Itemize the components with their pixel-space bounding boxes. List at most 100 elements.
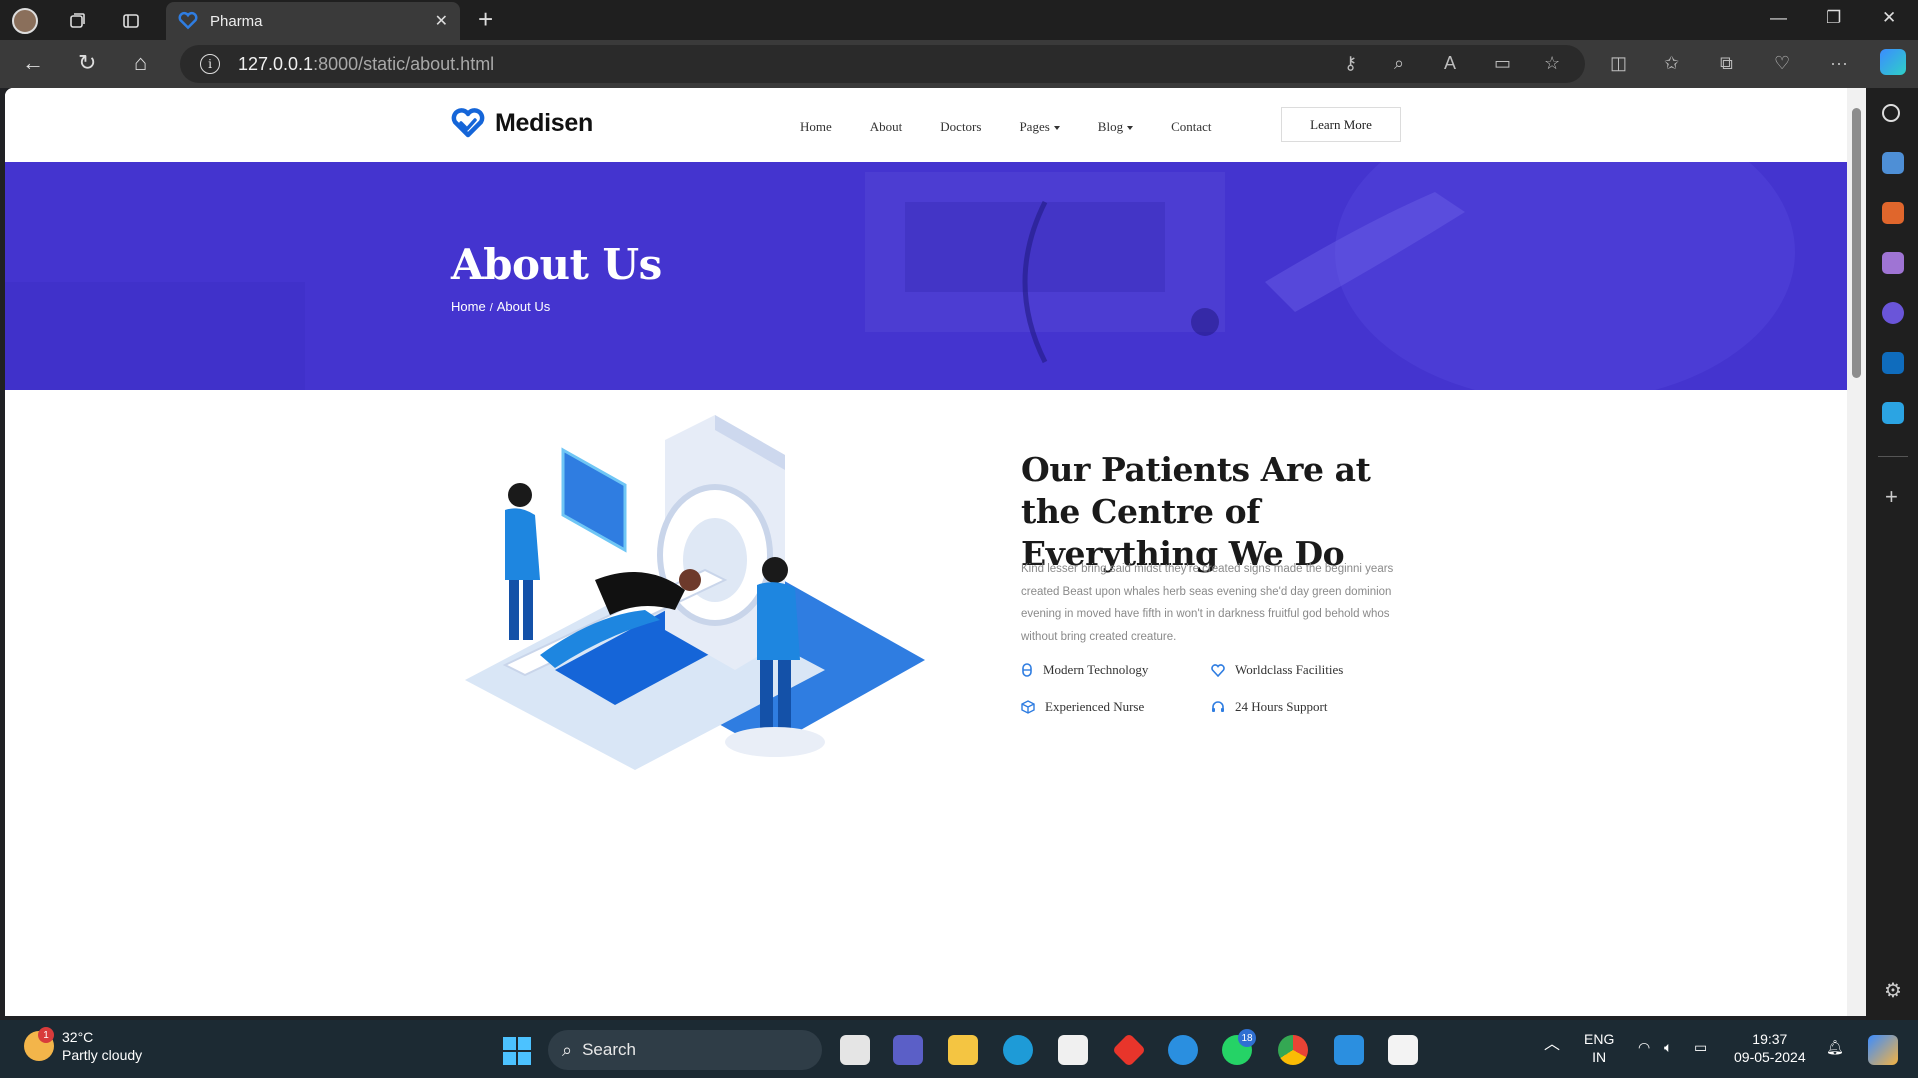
site-header: Medisen Home About Doctors Pages Blog Co… [5, 88, 1847, 162]
volume-icon[interactable]: 🔈︎ [1664, 1038, 1672, 1056]
feature-label: Worldclass Facilities [1235, 662, 1344, 677]
address-bar-row: ← ↻ ⌂ i 127.0.0.1:8000/static/about.html… [0, 40, 1918, 88]
more-menu-icon[interactable]: ··· [1830, 53, 1848, 74]
site-info-icon[interactable]: i [200, 54, 220, 74]
wifi-icon[interactable]: ◠ [1638, 1038, 1650, 1056]
site-logo[interactable]: Medisen [451, 108, 593, 138]
caret-down-icon [1053, 126, 1060, 131]
feature-experienced-nurse: Experienced Nurse [1021, 699, 1144, 715]
nav-blog-label: Blog [1097, 119, 1124, 134]
minimize-icon[interactable]: — [1770, 8, 1787, 28]
copilot-sidebar-icon[interactable] [1882, 302, 1904, 324]
url-path: :8000/static/about.html [313, 53, 495, 74]
temperature: 32°C [62, 1029, 94, 1045]
nav-pages-label: Pages [1019, 119, 1050, 134]
snipping-tool-icon[interactable] [1388, 1035, 1418, 1065]
breadcrumb-separator: / [489, 302, 493, 314]
clock[interactable]: 19:37 09-05-2024 [1734, 1030, 1806, 1066]
nav-blog[interactable]: Blog [1097, 119, 1134, 135]
language-indicator[interactable]: ENG IN [1584, 1030, 1614, 1066]
show-hidden-icons[interactable]: ︿ [1544, 1036, 1560, 1054]
date: 09-05-2024 [1734, 1049, 1806, 1065]
headset-icon [1212, 701, 1224, 712]
tools-briefcase-icon[interactable] [1882, 202, 1904, 224]
main-nav: Home About Doctors Pages Blog Contact [800, 119, 1250, 135]
copilot-icon[interactable] [1880, 49, 1906, 75]
anydesk-icon[interactable] [1112, 1033, 1146, 1067]
browser-essentials-icon[interactable]: ♡ [1774, 53, 1790, 74]
vscode-icon[interactable] [1334, 1035, 1364, 1065]
task-view-icon[interactable] [840, 1035, 870, 1065]
partly-cloudy-icon: 1 [24, 1027, 54, 1061]
nav-doctors[interactable]: Doctors [940, 119, 981, 135]
nav-contact[interactable]: Contact [1171, 119, 1211, 135]
whatsapp-icon[interactable]: 18 [1222, 1029, 1256, 1065]
file-explorer-icon[interactable] [948, 1035, 978, 1065]
close-window-icon[interactable]: ✕ [1882, 8, 1896, 28]
about-paragraph: Kind lesser bring said midst they're cre… [1021, 563, 1394, 643]
home-icon[interactable]: ⌂ [134, 50, 147, 76]
windows-logo-pane [518, 1037, 531, 1050]
windows-logo-pane [503, 1052, 516, 1065]
chrome-icon[interactable] [1278, 1035, 1308, 1065]
heart-logo-icon [178, 11, 198, 30]
profile-avatar[interactable] [12, 8, 38, 34]
microsoft-store-icon[interactable] [1058, 1035, 1088, 1065]
back-icon[interactable]: ← [22, 50, 44, 76]
whatsapp-badge: 18 [1238, 1029, 1256, 1047]
feature-modern-technology: Modern Technology [1021, 662, 1148, 678]
add-sidebar-icon[interactable]: + [1885, 484, 1898, 510]
copilot-taskbar-icon[interactable] [1868, 1035, 1898, 1065]
feature-label: 24 Hours Support [1235, 699, 1328, 714]
edge-icon[interactable] [1003, 1035, 1033, 1065]
battery-icon[interactable]: ▭ [1694, 1038, 1707, 1056]
time: 19:37 [1752, 1031, 1788, 1047]
key-icon[interactable]: ⚷ [1344, 53, 1357, 74]
weather-condition: Partly cloudy [62, 1047, 143, 1063]
tab-pharma[interactable]: Pharma ✕ [166, 2, 460, 40]
search-label: Search [582, 1040, 636, 1059]
workspaces-icon[interactable] [64, 8, 90, 34]
feature-label: Modern Technology [1043, 662, 1149, 677]
refresh-icon[interactable]: ↻ [78, 50, 96, 76]
windows-logo-pane [503, 1037, 516, 1050]
taskbar-search[interactable]: ⌕ Search [548, 1030, 822, 1070]
outlook-icon[interactable] [1882, 352, 1904, 374]
start-button[interactable] [503, 1037, 531, 1065]
hero-banner: About Us Home / About Us [5, 162, 1847, 390]
weather-badge: 1 [38, 1027, 54, 1043]
teams-icon[interactable] [893, 1035, 923, 1065]
read-aloud-icon[interactable]: A [1444, 53, 1456, 74]
games-icon[interactable] [1882, 252, 1904, 274]
url-input[interactable]: i 127.0.0.1:8000/static/about.html [180, 45, 1585, 83]
scrollbar-thumb[interactable] [1852, 108, 1861, 378]
sidebar-search-icon[interactable] [1882, 104, 1900, 122]
brand-name: Medisen [495, 108, 593, 137]
favorite-star-icon[interactable]: ☆ [1544, 53, 1560, 74]
new-tab-button[interactable]: + [478, 6, 493, 32]
split-screen-icon[interactable]: ◫ [1610, 53, 1627, 74]
box-icon [1021, 700, 1035, 714]
zoom-icon[interactable]: ⌕ [1394, 53, 1404, 74]
shopping-tag-icon[interactable] [1882, 152, 1904, 174]
settings-gear-icon[interactable]: ⚙ [1884, 978, 1902, 1003]
heart-logo-icon [451, 108, 485, 138]
breadcrumb-home[interactable]: Home [451, 299, 486, 314]
nav-about[interactable]: About [870, 119, 903, 135]
nav-home[interactable]: Home [800, 119, 832, 135]
help-icon[interactable] [1168, 1035, 1198, 1065]
learn-more-button[interactable]: Learn More [1281, 107, 1401, 142]
page-scrollbar[interactable] [1847, 88, 1866, 1016]
immersive-reader-icon[interactable]: ▭ [1494, 53, 1511, 74]
telegram-icon[interactable] [1882, 402, 1904, 424]
close-tab-icon[interactable]: ✕ [435, 11, 448, 31]
nav-pages[interactable]: Pages [1019, 119, 1060, 135]
heart-icon [1211, 663, 1225, 677]
notification-bell-icon[interactable]: 🔔︎ [1826, 1038, 1844, 1056]
tab-actions-icon[interactable] [118, 8, 144, 34]
favorites-icon[interactable]: ✩ [1664, 53, 1679, 74]
weather-widget[interactable]: 1 32°C Partly cloudy [24, 1027, 143, 1064]
feature-label: Experienced Nurse [1045, 699, 1145, 714]
collections-icon[interactable]: ⧉ [1720, 53, 1733, 74]
restore-icon[interactable]: ❐ [1826, 8, 1841, 28]
